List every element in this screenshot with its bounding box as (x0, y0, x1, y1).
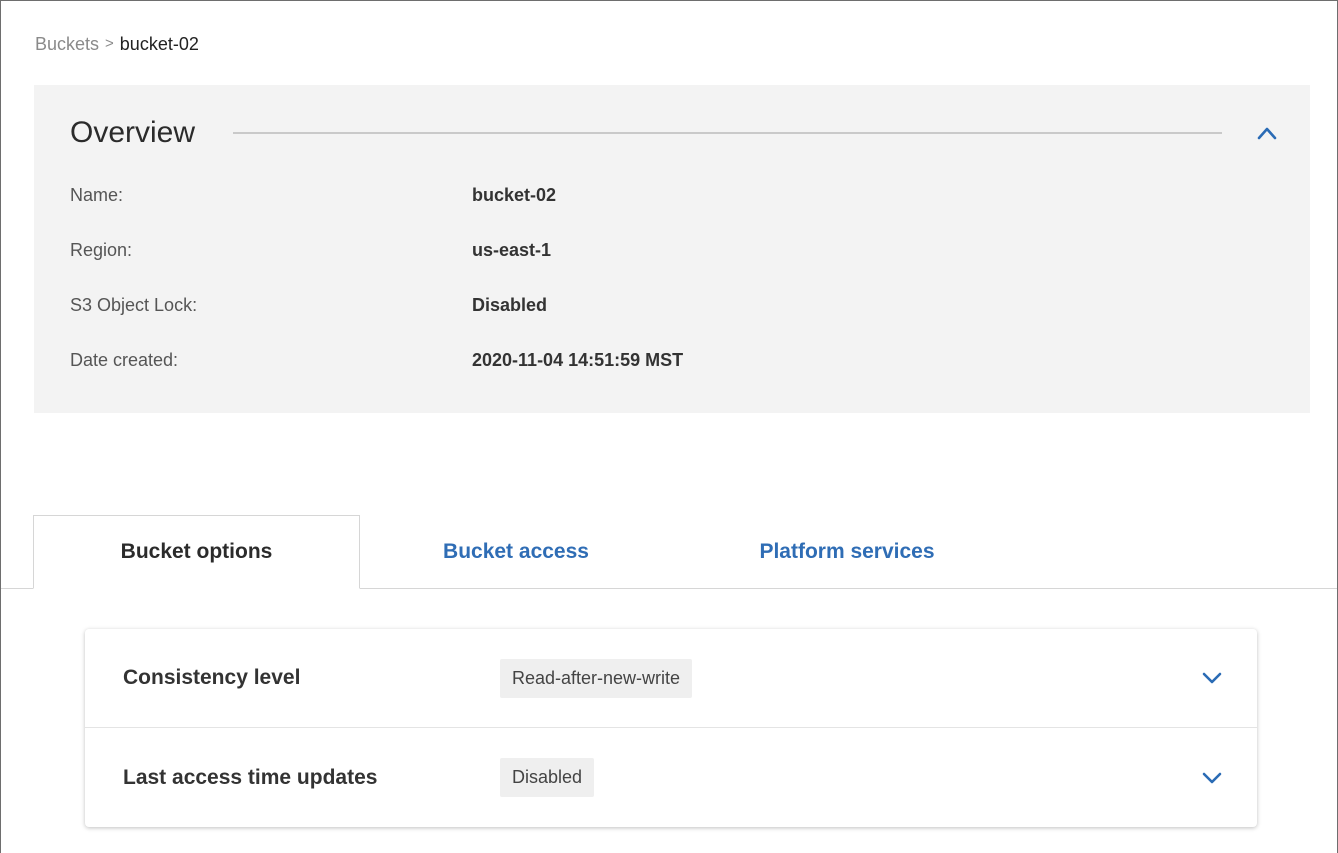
tab-bucket-access[interactable]: Bucket access (416, 515, 616, 589)
breadcrumb-buckets-link[interactable]: Buckets (35, 33, 99, 55)
detail-row-name: Name: bucket-02 (70, 185, 683, 240)
option-row-consistency-level[interactable]: Consistency level Read-after-new-write (85, 629, 1257, 727)
detail-label: Name: (70, 185, 124, 205)
tab-bucket-options[interactable]: Bucket options (33, 515, 360, 589)
consistency-expand-button[interactable] (1197, 663, 1227, 693)
chevron-down-icon (1202, 772, 1222, 783)
detail-value: us-east-1 (472, 240, 552, 260)
option-value-badge: Disabled (500, 758, 595, 797)
last-access-expand-button[interactable] (1197, 763, 1227, 793)
overview-divider (233, 132, 1222, 134)
detail-value: bucket-02 (472, 185, 557, 205)
bucket-options-card: Consistency level Read-after-new-write L… (85, 629, 1257, 827)
detail-value: Disabled (472, 295, 548, 315)
detail-value: 2020-11-04 14:51:59 MST (472, 350, 684, 370)
detail-row-date-created: Date created: 2020-11-04 14:51:59 MST (70, 350, 683, 405)
breadcrumb-current: bucket-02 (119, 34, 199, 54)
detail-label: Date created: (70, 350, 179, 370)
detail-row-object-lock: S3 Object Lock: Disabled (70, 295, 683, 350)
option-value-badge: Read-after-new-write (500, 658, 693, 698)
breadcrumb-separator: > (105, 35, 114, 52)
overview-title: Overview (70, 116, 196, 149)
option-row-last-access-time[interactable]: Last access time updates Disabled (85, 727, 1257, 827)
chevron-up-icon (1257, 127, 1277, 140)
detail-label: S3 Object Lock: (70, 295, 198, 315)
option-label: Consistency level (123, 666, 301, 689)
breadcrumb: Buckets > bucket-02 (35, 33, 199, 55)
detail-row-region: Region: us-east-1 (70, 240, 683, 295)
overview-header: Overview (70, 113, 1282, 153)
overview-collapse-button[interactable] (1252, 118, 1282, 148)
overview-panel: Overview Name: bucket-02 Region: us-east… (34, 85, 1310, 413)
chevron-down-icon (1202, 672, 1222, 684)
bucket-tabs: Bucket options Bucket access Platform se… (1, 515, 1337, 589)
detail-label: Region: (70, 240, 133, 260)
tab-platform-services[interactable]: Platform services (727, 515, 967, 589)
page-frame: Buckets > bucket-02 Overview Name: bucke… (0, 0, 1338, 853)
option-label: Last access time updates (123, 765, 378, 789)
overview-details: Name: bucket-02 Region: us-east-1 S3 Obj… (70, 185, 683, 405)
